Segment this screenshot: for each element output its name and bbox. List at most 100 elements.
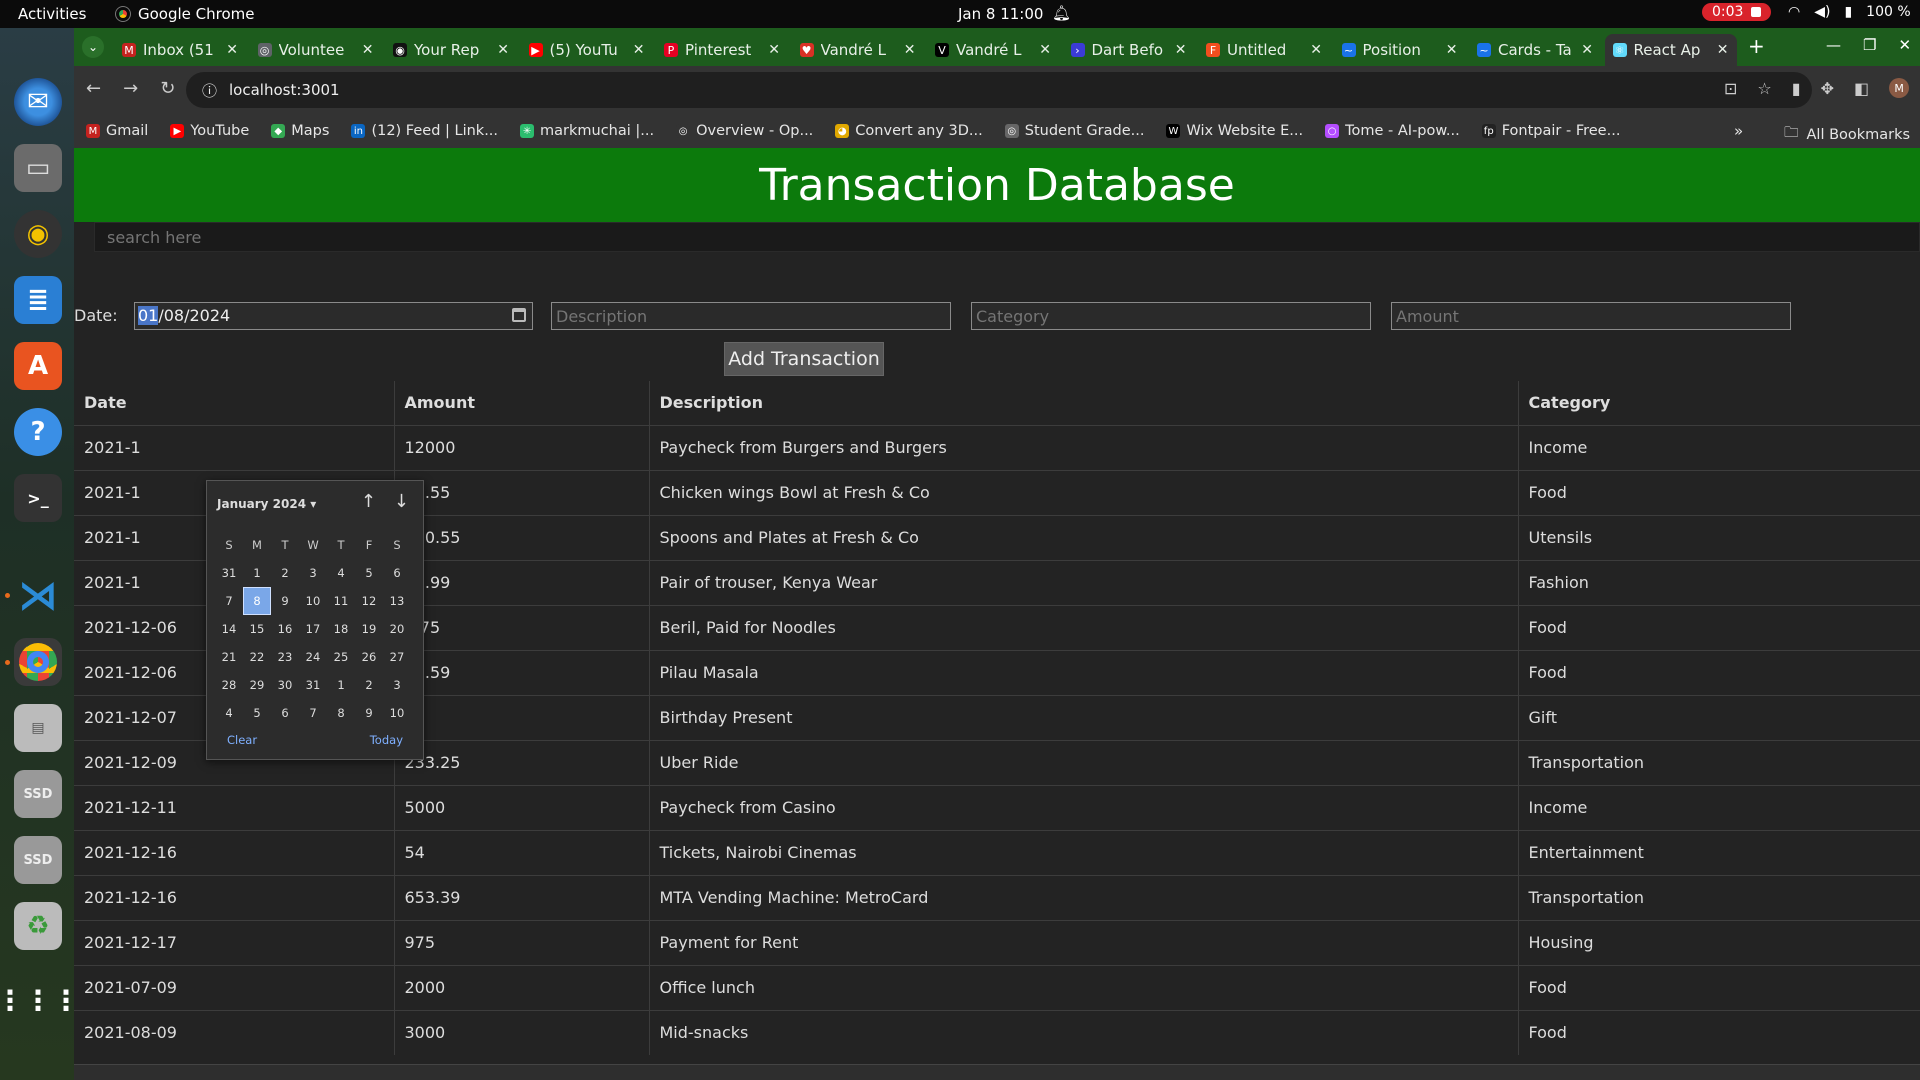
calendar-day[interactable]: 7	[215, 587, 243, 615]
calendar-day[interactable]: 8	[327, 699, 355, 727]
calendar-day[interactable]: 29	[243, 671, 271, 699]
bookmark-item[interactable]: fp Fontpair - Free...	[1481, 123, 1620, 139]
bookmark-item[interactable]: W Wix Website E...	[1166, 123, 1303, 139]
calendar-day[interactable]: 4	[215, 699, 243, 727]
calendar-day[interactable]: 5	[243, 699, 271, 727]
horizontal-scrollbar[interactable]	[74, 1064, 1920, 1080]
extensions-puzzle-icon[interactable]: ✥	[1821, 79, 1834, 98]
calendar-day[interactable]: 18	[327, 615, 355, 643]
browser-tab[interactable]: ◉ Your Rep ✕	[385, 34, 517, 66]
rhythmbox-icon[interactable]: ◉	[14, 210, 62, 258]
maximize-icon[interactable]: ❐	[1863, 36, 1876, 54]
previous-month-icon[interactable]: ↑	[361, 491, 376, 512]
close-tab-icon[interactable]: ✕	[1039, 42, 1051, 58]
install-app-icon[interactable]: ⊡	[1724, 79, 1737, 98]
month-year-select[interactable]: January 2024 ▾	[217, 497, 316, 511]
help-icon[interactable]: ?	[14, 408, 62, 456]
files-icon[interactable]: ▭	[14, 144, 62, 192]
close-tab-icon[interactable]: ✕	[904, 42, 916, 58]
calendar-day[interactable]: 8	[243, 587, 271, 615]
close-tab-icon[interactable]: ✕	[633, 42, 645, 58]
calendar-day[interactable]: 21	[215, 643, 243, 671]
reload-icon[interactable]: ↻	[160, 78, 175, 99]
calendar-day[interactable]: 9	[271, 587, 299, 615]
show-apps-icon[interactable]: ⋮⋮⋮	[0, 976, 80, 1024]
browser-tab[interactable]: P Pinterest ✕	[656, 34, 788, 66]
bookmark-item[interactable]: ▶ YouTube	[170, 123, 249, 139]
back-icon[interactable]: ←	[86, 78, 101, 99]
calendar-day[interactable]: 17	[299, 615, 327, 643]
bookmark-item[interactable]: ◎ Overview - Op...	[676, 123, 813, 139]
vscode-icon[interactable]: ⋊	[14, 572, 62, 620]
calendar-day[interactable]: 10	[299, 587, 327, 615]
clear-date-button[interactable]: Clear	[227, 733, 257, 747]
activities-button[interactable]: Activities	[18, 5, 86, 23]
calendar-day[interactable]: 31	[215, 559, 243, 587]
browser-tab[interactable]: › Dart Befo ✕	[1063, 34, 1195, 66]
browser-tab[interactable]: ♥ Vandré L ✕	[792, 34, 924, 66]
tab-search-icon[interactable]: ⌄	[82, 36, 104, 58]
bookmark-item[interactable]: M Gmail	[86, 123, 148, 139]
calendar-day[interactable]: 27	[383, 643, 411, 671]
thunderbird-icon[interactable]: ✉	[14, 78, 62, 126]
ssd-drive-icon[interactable]: SSD	[14, 770, 62, 818]
bookmark-item[interactable]: in (12) Feed | Link...	[351, 123, 498, 139]
browser-tab[interactable]: M Inbox (51 ✕	[114, 34, 246, 66]
calendar-day[interactable]: 1	[327, 671, 355, 699]
browser-tab[interactable]: V Vandré L ✕	[927, 34, 1059, 66]
calendar-day[interactable]: 26	[355, 643, 383, 671]
app-menu[interactable]: Google Chrome	[115, 5, 255, 23]
calendar-day[interactable]: 9	[355, 699, 383, 727]
calendar-day[interactable]: 31	[299, 671, 327, 699]
calendar-day[interactable]: 2	[271, 559, 299, 587]
bookmark-item[interactable]: ◕ Convert any 3D...	[835, 123, 983, 139]
calendar-day[interactable]: 24	[299, 643, 327, 671]
calendar-day[interactable]: 23	[271, 643, 299, 671]
close-tab-icon[interactable]: ✕	[1446, 42, 1458, 58]
close-tab-icon[interactable]: ✕	[497, 42, 509, 58]
calendar-day[interactable]: 7	[299, 699, 327, 727]
close-tab-icon[interactable]: ✕	[1581, 42, 1593, 58]
notification-bell-icon[interactable]: 🔔︎	[1052, 4, 1071, 22]
browser-tab[interactable]: ▶ (5) YouTu ✕	[521, 34, 653, 66]
browser-tab[interactable]: F Untitled ✕	[1198, 34, 1330, 66]
bookmark-item[interactable]: ◎ Student Grade...	[1004, 123, 1144, 139]
browser-tab[interactable]: ~ Position ✕	[1334, 34, 1466, 66]
all-bookmarks-button[interactable]: 🗀 All Bookmarks	[1784, 122, 1910, 147]
search-input[interactable]	[94, 222, 1920, 252]
extension-icon[interactable]: ▮	[1792, 79, 1801, 98]
close-tab-icon[interactable]: ✕	[768, 42, 780, 58]
minimize-icon[interactable]: —	[1826, 36, 1841, 54]
profile-avatar[interactable]: M	[1889, 78, 1910, 98]
calendar-day[interactable]: 22	[243, 643, 271, 671]
calendar-day[interactable]: 2	[355, 671, 383, 699]
bookmark-item[interactable]: ◆ Maps	[271, 123, 329, 139]
screen-recording-indicator[interactable]: 0:03	[1702, 3, 1772, 21]
bookmark-star-icon[interactable]: ☆	[1757, 79, 1771, 98]
browser-tab[interactable]: ~ Cards - Ta ✕	[1469, 34, 1601, 66]
description-field[interactable]	[551, 302, 951, 330]
writer-icon[interactable]: ≣	[14, 276, 62, 324]
close-window-icon[interactable]: ✕	[1898, 36, 1911, 54]
ssd-drive-icon[interactable]: SSD	[14, 836, 62, 884]
category-field[interactable]	[971, 302, 1371, 330]
system-status-area[interactable]: ◠ ◀) ▮ 100 %	[1788, 4, 1911, 20]
bookmark-item[interactable]: ○ Tome - AI-pow...	[1325, 123, 1460, 139]
trash-icon[interactable]: ♻	[14, 902, 62, 950]
calendar-day[interactable]: 1	[243, 559, 271, 587]
chrome-dock-icon[interactable]	[14, 638, 62, 686]
calendar-day[interactable]: 15	[243, 615, 271, 643]
clock[interactable]: Jan 8 11:00	[958, 5, 1043, 23]
calendar-icon[interactable]	[512, 308, 526, 322]
close-tab-icon[interactable]: ✕	[1175, 42, 1187, 58]
address-bar[interactable]: ⓘ localhost:3001	[186, 72, 1812, 108]
next-month-icon[interactable]: ↓	[394, 491, 409, 512]
today-button[interactable]: Today	[370, 733, 403, 747]
amount-field[interactable]	[1391, 302, 1791, 330]
close-tab-icon[interactable]: ✕	[226, 42, 238, 58]
calendar-day[interactable]: 13	[383, 587, 411, 615]
calendar-day[interactable]: 3	[383, 671, 411, 699]
calendar-day[interactable]: 19	[355, 615, 383, 643]
calendar-day[interactable]: 12	[355, 587, 383, 615]
more-bookmarks-icon[interactable]: »	[1734, 122, 1743, 140]
